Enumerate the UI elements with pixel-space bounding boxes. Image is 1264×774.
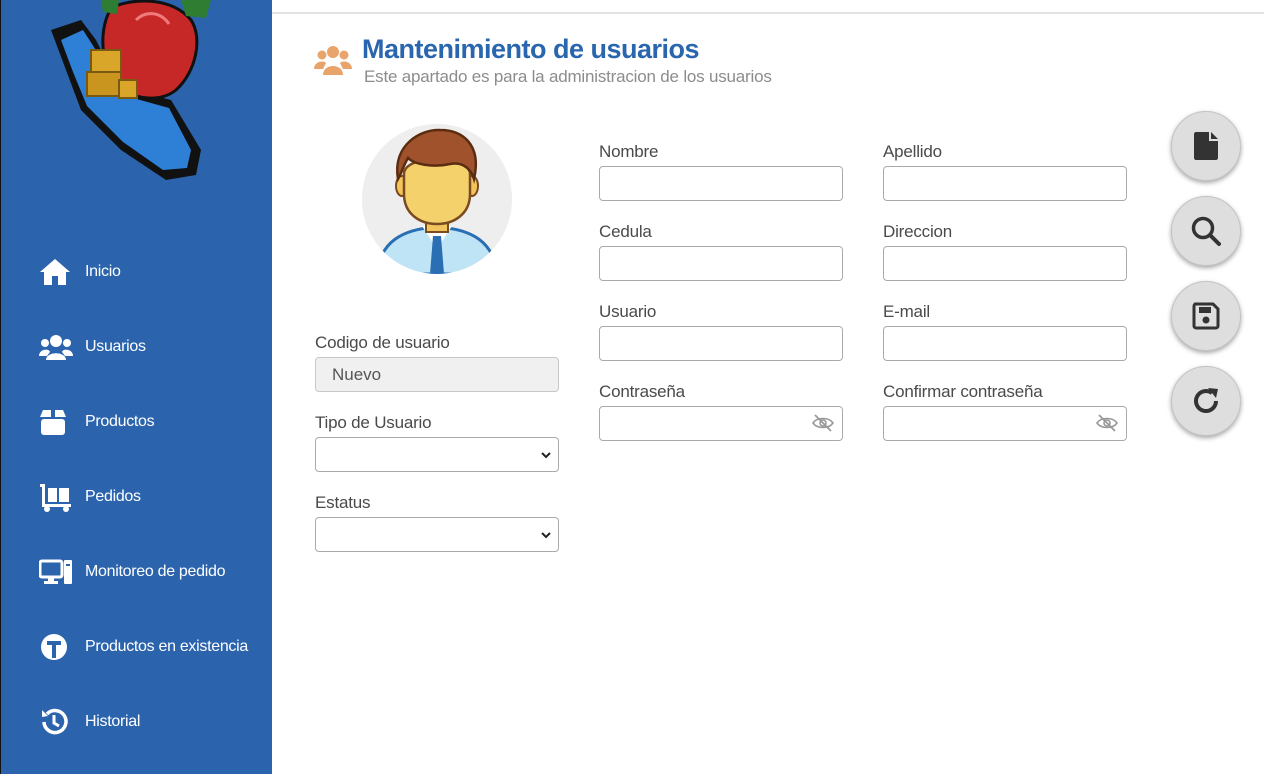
sidebar-item-usuarios[interactable]: Usuarios [39, 330, 146, 364]
sidebar-item-label: Historial [85, 713, 141, 730]
sidebar-item-label: Inicio [85, 263, 121, 280]
sidebar: Inicio Usuarios Productos Pedidos Monito… [0, 0, 272, 774]
new-file-icon [1194, 132, 1218, 160]
users-icon [39, 330, 73, 364]
codigo-field[interactable] [315, 357, 559, 392]
sidebar-item-productos[interactable]: Productos [39, 405, 155, 439]
usuario-label: Usuario [599, 302, 657, 321]
codigo-label: Codigo de usuario [315, 333, 450, 352]
chevron-down-icon [541, 452, 551, 459]
eye-slash-icon[interactable] [812, 414, 834, 432]
sidebar-item-monitoreo[interactable]: Monitoreo de pedido [39, 555, 225, 589]
nombre-field[interactable] [599, 166, 843, 201]
sidebar-item-productos-existencia[interactable]: Productos en existencia [39, 630, 248, 664]
refresh-button[interactable] [1171, 366, 1241, 436]
tipo-usuario-select[interactable] [315, 437, 559, 472]
cedula-label: Cedula [599, 222, 652, 241]
apellido-label: Apellido [883, 142, 942, 161]
apellido-field[interactable] [883, 166, 1127, 201]
direccion-label: Direccion [883, 222, 953, 241]
cedula-field[interactable] [599, 246, 843, 281]
chevron-down-icon [541, 532, 551, 539]
sidebar-item-label: Productos [85, 413, 155, 430]
search-button[interactable] [1171, 196, 1241, 266]
sidebar-item-historial[interactable]: Historial [39, 705, 140, 739]
sidebar-item-label: Usuarios [85, 338, 146, 355]
save-button[interactable] [1171, 281, 1241, 351]
sidebar-item-label: Monitoreo de pedido [85, 563, 226, 580]
search-icon [1191, 216, 1221, 246]
direccion-field[interactable] [883, 246, 1127, 281]
users-icon [314, 46, 352, 75]
page-subtitle: Este apartado es para la administracion … [364, 67, 772, 86]
box-icon [39, 405, 73, 439]
contrasena-field[interactable] [599, 406, 843, 441]
save-icon [1192, 302, 1220, 330]
email-label: E-mail [883, 302, 930, 321]
history-icon [39, 705, 73, 739]
eye-slash-icon[interactable] [1096, 414, 1118, 432]
desktop-icon [39, 555, 73, 589]
dolly-icon [39, 480, 73, 514]
sidebar-item-label: Productos en existencia [85, 638, 248, 655]
user-avatar [362, 124, 512, 274]
page-title: Mantenimiento de usuarios [362, 34, 700, 64]
confirmar-contrasena-label: Confirmar contraseña [883, 382, 1043, 401]
sidebar-item-label: Pedidos [85, 488, 141, 505]
sidebar-item-pedidos[interactable]: Pedidos [39, 480, 141, 514]
contrasena-label: Contraseña [599, 382, 685, 401]
estatus-select[interactable] [315, 517, 559, 552]
refresh-icon [1194, 388, 1218, 413]
sidebar-item-inicio[interactable]: Inicio [39, 255, 121, 289]
email-field[interactable] [883, 326, 1127, 361]
logo [51, 0, 211, 180]
estatus-label: Estatus [315, 493, 371, 512]
nombre-label: Nombre [599, 142, 659, 161]
stock-icon [39, 630, 73, 664]
new-button[interactable] [1171, 111, 1241, 181]
tipo-usuario-label: Tipo de Usuario [315, 413, 432, 432]
usuario-field[interactable] [599, 326, 843, 361]
home-icon [39, 255, 73, 289]
confirmar-contrasena-field[interactable] [883, 406, 1127, 441]
top-divider [272, 12, 1264, 14]
